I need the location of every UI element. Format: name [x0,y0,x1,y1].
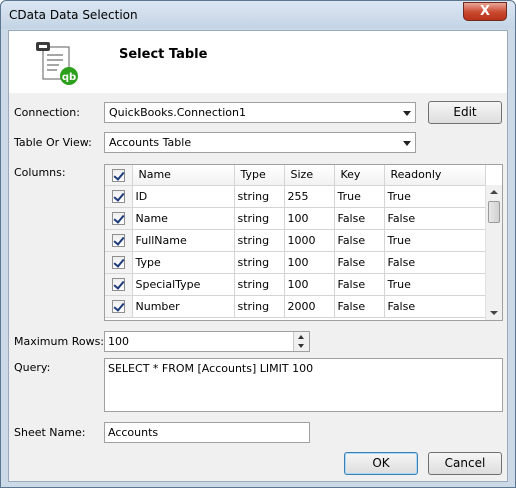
table-row[interactable]: SpecialType string 100 False True [105,273,486,296]
row-checkbox[interactable] [111,211,125,225]
cell-type[interactable]: string [234,185,285,208]
cell-key[interactable]: False [334,207,385,230]
columns-vertical-scrollbar[interactable] [485,185,502,320]
cell-name[interactable]: Number [132,295,235,318]
cell-type[interactable]: string [234,207,285,230]
sheet-name-input[interactable]: Accounts [104,422,310,443]
cell-name[interactable]: Name [132,207,235,230]
row-checkbox-cell[interactable] [105,251,133,274]
sheet-name-label: Sheet Name: [14,426,86,439]
scroll-thumb[interactable] [488,201,500,223]
svg-text:qb: qb [62,72,76,83]
cell-readonly[interactable]: False [384,251,486,274]
close-button[interactable]: X [463,2,507,21]
columns-table: Name Type Size Key Readonly ID string 25… [105,165,486,318]
maximum-rows-input[interactable]: 100 [104,331,310,352]
connection-label: Connection: [14,106,80,119]
cell-key[interactable]: False [334,273,385,296]
stepper-down-icon[interactable] [298,344,304,348]
table-row[interactable]: FullName string 1000 False True [105,229,486,252]
row-checkbox-cell[interactable] [105,273,133,296]
row-checkbox[interactable] [111,277,125,291]
cell-key[interactable]: False [334,251,385,274]
row-checkbox[interactable] [111,189,125,203]
chevron-down-icon [403,111,411,116]
cell-type[interactable]: string [234,229,285,252]
edit-button[interactable]: Edit [428,101,502,124]
quickbooks-document-icon: qb [36,42,78,85]
scroll-up-icon[interactable] [490,190,498,194]
cell-readonly[interactable]: False [384,295,486,318]
table-row[interactable]: Type string 100 False False [105,251,486,274]
cell-key[interactable]: False [334,295,385,318]
column-header-name[interactable]: Name [132,165,235,186]
columns-grid[interactable]: Name Type Size Key Readonly ID string 25… [104,164,503,321]
cell-type[interactable]: string [234,295,285,318]
row-checkbox-cell[interactable] [105,229,133,252]
cell-size[interactable]: 1000 [284,229,335,252]
maximum-rows-stepper[interactable] [293,332,309,351]
table-row[interactable]: ID string 255 True True [105,185,486,208]
cell-readonly[interactable]: True [384,273,486,296]
stepper-up-icon[interactable] [298,335,304,339]
cell-name[interactable]: ID [132,185,235,208]
dialog-window: CData Data Selection X qb Select Table C… [0,0,516,488]
cell-type[interactable]: string [234,251,285,274]
dialog-header: qb Select Table [9,31,507,93]
cell-type[interactable]: string [234,273,285,296]
row-checkbox-cell[interactable] [105,295,133,318]
page-title: Select Table [119,47,208,62]
table-or-view-label: Table Or View: [14,136,92,149]
columns-label: Columns: [14,166,66,179]
column-header-type[interactable]: Type [234,165,285,186]
row-checkbox-cell[interactable] [105,207,133,230]
column-header-size[interactable]: Size [284,165,335,186]
cell-name[interactable]: SpecialType [132,273,235,296]
cell-size[interactable]: 100 [284,207,335,230]
chevron-down-icon [403,141,411,146]
column-header-readonly[interactable]: Readonly [384,165,486,186]
table-or-view-dropdown[interactable]: Accounts Table [104,132,416,153]
query-label: Query: [14,361,51,374]
maximum-rows-value: 100 [108,335,129,348]
cell-size[interactable]: 255 [284,185,335,208]
table-header-row: Name Type Size Key Readonly [105,165,486,186]
table-row[interactable]: Number string 2000 False False [105,295,486,318]
select-all-cell[interactable] [105,165,133,186]
row-checkbox[interactable] [111,255,125,269]
cell-key[interactable]: False [334,229,385,252]
connection-dropdown[interactable]: QuickBooks.Connection1 [104,102,416,123]
select-all-checkbox[interactable] [111,168,125,182]
sheet-name-value: Accounts [108,426,159,439]
connection-value: QuickBooks.Connection1 [109,106,246,119]
cell-name[interactable]: Type [132,251,235,274]
cell-readonly[interactable]: True [384,185,486,208]
column-header-key[interactable]: Key [334,165,385,186]
table-or-view-value: Accounts Table [109,136,192,149]
row-checkbox[interactable] [111,233,125,247]
cell-size[interactable]: 100 [284,273,335,296]
title-bar[interactable]: CData Data Selection X [1,1,515,29]
cell-readonly[interactable]: False [384,207,486,230]
query-value: SELECT * FROM [Accounts] LIMIT 100 [108,362,314,375]
cell-key[interactable]: True [334,185,385,208]
cancel-button[interactable]: Cancel [428,452,502,475]
scroll-down-icon[interactable] [490,311,498,315]
row-checkbox[interactable] [111,299,125,313]
dialog-client-area: qb Select Table Connection: QuickBooks.C… [8,30,508,482]
cell-size[interactable]: 100 [284,251,335,274]
maximum-rows-label: Maximum Rows: [14,335,105,348]
table-row[interactable]: Name string 100 False False [105,207,486,230]
ok-button[interactable]: OK [344,452,418,475]
window-title: CData Data Selection [9,8,138,22]
query-textarea[interactable]: SELECT * FROM [Accounts] LIMIT 100 [104,358,503,412]
cell-size[interactable]: 2000 [284,295,335,318]
cell-readonly[interactable]: True [384,229,486,252]
cell-name[interactable]: FullName [132,229,235,252]
row-checkbox-cell[interactable] [105,185,133,208]
